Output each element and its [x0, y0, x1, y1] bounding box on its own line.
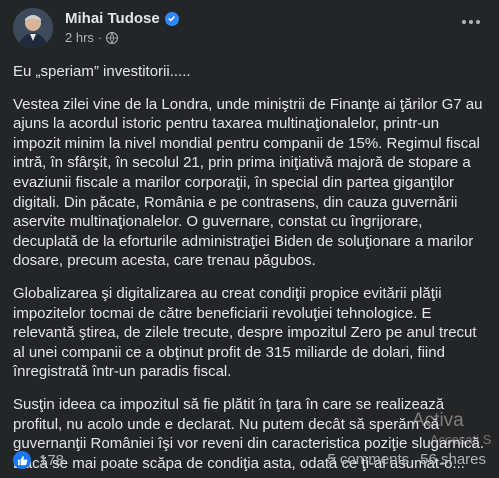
globe-icon: [106, 31, 119, 44]
verified-badge-icon: [164, 11, 179, 26]
reactions-summary[interactable]: 178: [13, 451, 64, 469]
post-paragraph: Globalizarea şi digitalizarea au creat c…: [13, 284, 477, 381]
activation-watermark: Activa: [412, 410, 464, 431]
engagement-counts: 5 comments 56 shares: [327, 451, 486, 468]
post-time[interactable]: 2 hrs: [65, 30, 94, 45]
post-paragraph: Eu „speriam” investitorii.....: [13, 63, 191, 80]
likes-count[interactable]: 178: [39, 452, 64, 469]
post-header: Mihai Tudose 2 hrs ·: [13, 8, 489, 48]
avatar[interactable]: [13, 8, 53, 48]
like-reaction-icon: [13, 451, 31, 469]
post-paragraph: Vestea zilei vine de la Londra, unde min…: [13, 95, 483, 270]
comments-count[interactable]: 5 comments: [327, 451, 409, 468]
author-name[interactable]: Mihai Tudose: [65, 10, 160, 27]
separator-dot: ·: [97, 30, 103, 45]
activation-watermark-sub: Accesați S: [430, 432, 492, 447]
shares-count[interactable]: 56 shares: [420, 451, 486, 468]
more-options-icon[interactable]: [455, 10, 487, 34]
